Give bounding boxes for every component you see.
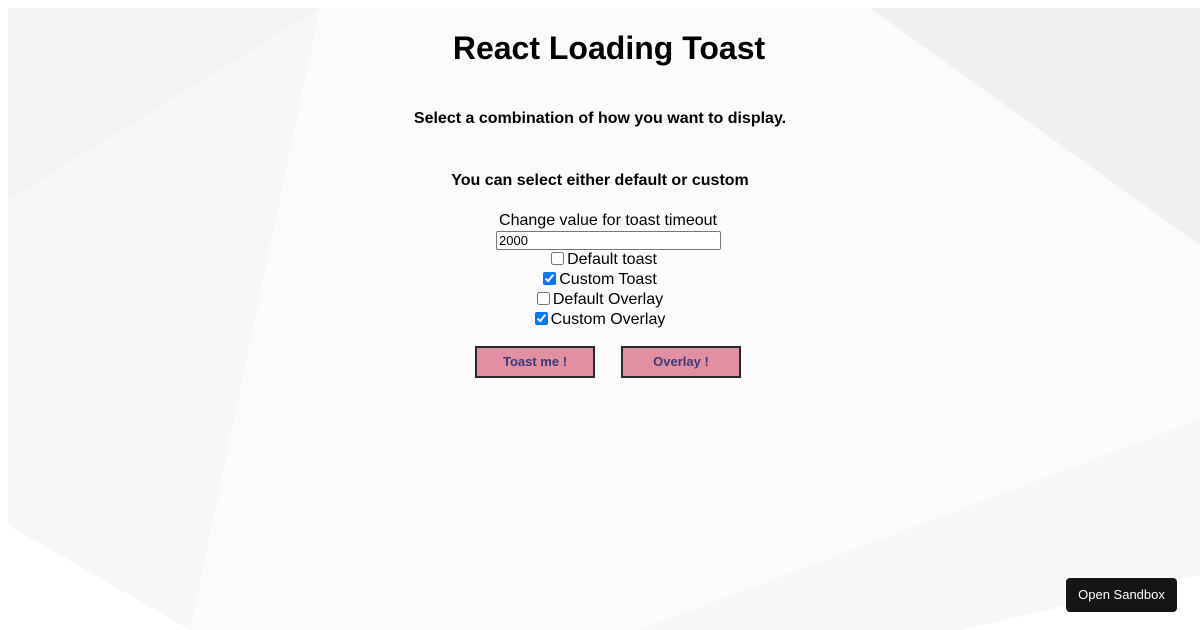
hint-text: You can select either default or custom: [451, 172, 749, 189]
toast-me-button[interactable]: Toast me !: [475, 346, 595, 378]
overlay-button[interactable]: Overlay !: [621, 346, 741, 378]
options-form: Change value for toast timeout Default t…: [0, 211, 1200, 330]
custom-toast-checkbox[interactable]: [543, 272, 557, 285]
default-toast-label: Default toast: [567, 251, 657, 268]
custom-overlay-label: Custom Overlay: [550, 311, 666, 328]
timeout-label: Change value for toast timeout: [499, 212, 717, 229]
default-overlay-checkbox[interactable]: [536, 292, 550, 305]
option-default-toast[interactable]: Default toast: [8, 250, 1200, 270]
option-custom-toast[interactable]: Custom Toast: [0, 270, 1200, 290]
default-toast-checkbox[interactable]: [551, 252, 565, 265]
page: React Loading Toast Select a combination…: [0, 0, 1200, 630]
instruction-text: Select a combination of how you want to …: [413, 110, 787, 127]
option-default-overlay[interactable]: Default Overlay: [0, 290, 1200, 310]
page-title: React Loading Toast: [452, 30, 766, 66]
custom-toast-label: Custom Toast: [559, 271, 657, 288]
timeout-input[interactable]: [496, 231, 721, 250]
custom-overlay-checkbox[interactable]: [534, 312, 548, 325]
open-sandbox-button[interactable]: Open Sandbox: [1066, 578, 1177, 612]
main-content: React Loading Toast Select a combination…: [0, 0, 1200, 630]
default-overlay-label: Default Overlay: [552, 291, 664, 308]
option-custom-overlay[interactable]: Custom Overlay: [0, 310, 1200, 330]
